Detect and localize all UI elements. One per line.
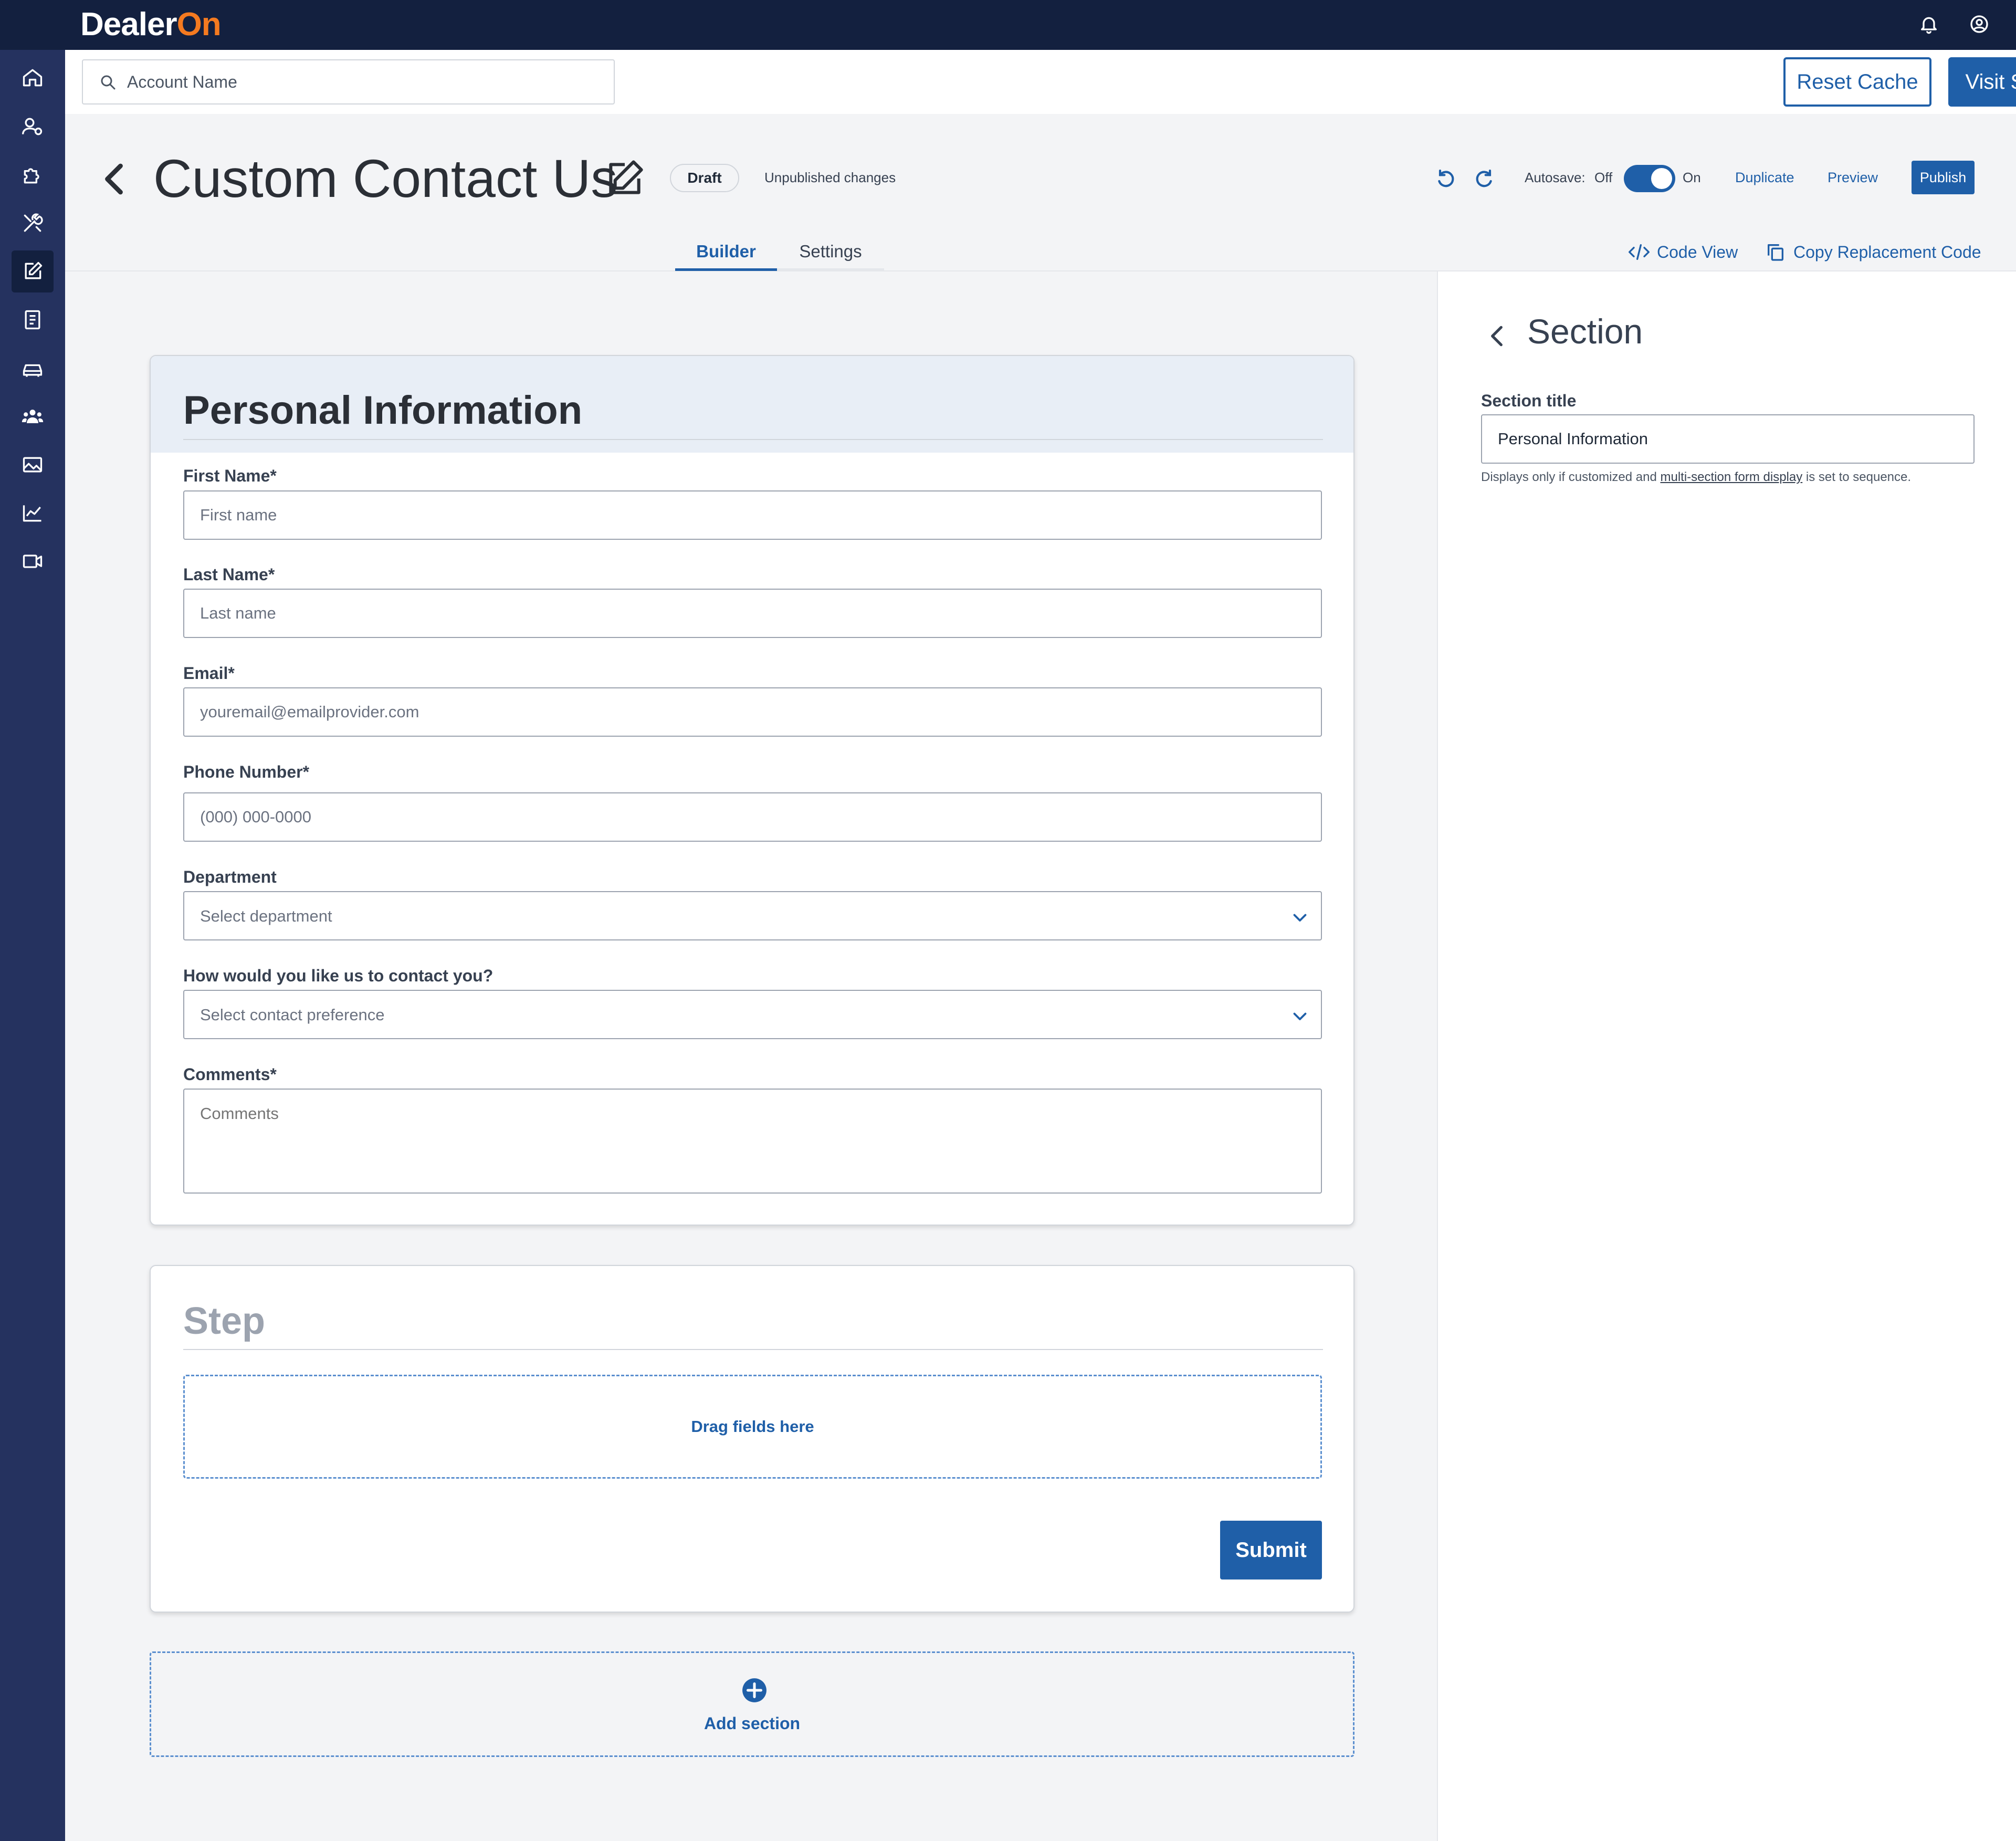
- tab-builder[interactable]: Builder: [675, 242, 777, 271]
- section-card-step[interactable]: Step Drag fields here Submit: [150, 1265, 1354, 1613]
- add-section-label: Add section: [704, 1714, 801, 1733]
- contact-preference-label: How would you like us to contact you?: [183, 966, 494, 985]
- document-icon[interactable]: [12, 299, 54, 341]
- drag-fields-dropzone[interactable]: Drag fields here: [183, 1375, 1322, 1479]
- section-title-input[interactable]: [1481, 414, 1975, 464]
- image-icon[interactable]: [12, 444, 54, 486]
- panel-back-icon[interactable]: [1487, 323, 1506, 349]
- chevron-down-icon: [1293, 1012, 1307, 1020]
- email-field[interactable]: [183, 687, 1322, 737]
- first-name-label: First Name*: [183, 466, 277, 485]
- department-select[interactable]: Select department: [183, 891, 1322, 940]
- redo-icon[interactable]: [1474, 168, 1495, 189]
- email-label: Email*: [183, 664, 235, 683]
- phone-field[interactable]: [183, 792, 1322, 842]
- preview-link[interactable]: Preview: [1828, 170, 1878, 186]
- visit-site-button[interactable]: Visit Site: [1948, 57, 2016, 107]
- video-icon[interactable]: [12, 540, 54, 582]
- tab-settings[interactable]: Settings: [777, 242, 884, 271]
- contact-preference-value: Select contact preference: [200, 1006, 385, 1024]
- edit-title-icon[interactable]: [604, 158, 646, 200]
- plus-circle-icon: [742, 1678, 766, 1702]
- users-icon[interactable]: [12, 395, 54, 437]
- publish-button[interactable]: Publish: [1912, 161, 1975, 194]
- reset-cache-button[interactable]: Reset Cache: [1783, 57, 1931, 107]
- top-bar: DealerOn: [0, 0, 2016, 50]
- multi-section-link[interactable]: multi-section form display: [1660, 470, 1802, 484]
- chevron-down-icon: [1293, 914, 1307, 922]
- undo-icon[interactable]: [1435, 168, 1456, 189]
- last-name-label: Last Name*: [183, 565, 275, 584]
- edit-icon[interactable]: [12, 250, 54, 292]
- autosave-on-label: On: [1683, 170, 1701, 185]
- comments-label: Comments*: [183, 1065, 277, 1084]
- chart-icon[interactable]: [12, 492, 54, 534]
- code-icon: [1629, 244, 1650, 260]
- sidebar: [0, 0, 65, 1841]
- autosave-off-label: Off: [1594, 170, 1613, 185]
- department-label: Department: [183, 867, 277, 886]
- tools-icon[interactable]: [12, 202, 54, 244]
- copy-replacement-code-button[interactable]: Copy Replacement Code: [1764, 242, 1981, 263]
- section-card-personal-information[interactable]: Personal Information First Name* Last Na…: [150, 355, 1354, 1226]
- bell-icon[interactable]: [1918, 14, 1939, 35]
- section-title-label: Section title: [1481, 391, 1577, 410]
- code-view-button[interactable]: Code View: [1628, 242, 1738, 263]
- autosave-label: Autosave:: [1525, 170, 1586, 185]
- account-search[interactable]: [82, 59, 615, 104]
- comments-field[interactable]: [183, 1089, 1322, 1194]
- step-divider: [183, 1349, 1323, 1350]
- search-icon: [101, 75, 116, 90]
- panel-title: Section: [1527, 312, 1643, 351]
- section-title: Personal Information: [183, 388, 583, 433]
- first-name-field[interactable]: [183, 490, 1322, 540]
- search-row: Reset Cache Visit Site: [65, 50, 2016, 114]
- status-badge: Draft: [670, 164, 739, 192]
- user-settings-icon[interactable]: [12, 106, 54, 148]
- submit-button[interactable]: Submit: [1220, 1521, 1322, 1580]
- section-properties-panel: Section Section title Displays only if c…: [1437, 271, 2016, 1841]
- search-input[interactable]: [127, 60, 600, 103]
- dealeron-logo[interactable]: DealerOn: [80, 8, 222, 41]
- last-name-field[interactable]: [183, 589, 1322, 638]
- back-icon[interactable]: [101, 161, 127, 197]
- home-icon[interactable]: [12, 57, 54, 99]
- section-divider: [183, 439, 1323, 440]
- contact-preference-select[interactable]: Select contact preference: [183, 990, 1322, 1039]
- step-title: Step: [183, 1300, 266, 1342]
- department-select-value: Select department: [200, 907, 332, 925]
- user-circle-icon[interactable]: [1969, 14, 1990, 35]
- duplicate-link[interactable]: Duplicate: [1735, 170, 1794, 186]
- page-title: Custom Contact Us: [153, 149, 618, 208]
- puzzle-icon[interactable]: [12, 154, 54, 196]
- section-title-help: Displays only if customized and multi-se…: [1481, 470, 1912, 484]
- add-section-button[interactable]: Add section: [150, 1651, 1354, 1757]
- phone-label: Phone Number*: [183, 762, 310, 781]
- dropzone-label: Drag fields here: [691, 1417, 814, 1436]
- copy-icon: [1768, 244, 1783, 261]
- unpublished-text: Unpublished changes: [764, 170, 896, 185]
- car-icon[interactable]: [12, 347, 54, 389]
- autosave-toggle[interactable]: [1624, 165, 1675, 192]
